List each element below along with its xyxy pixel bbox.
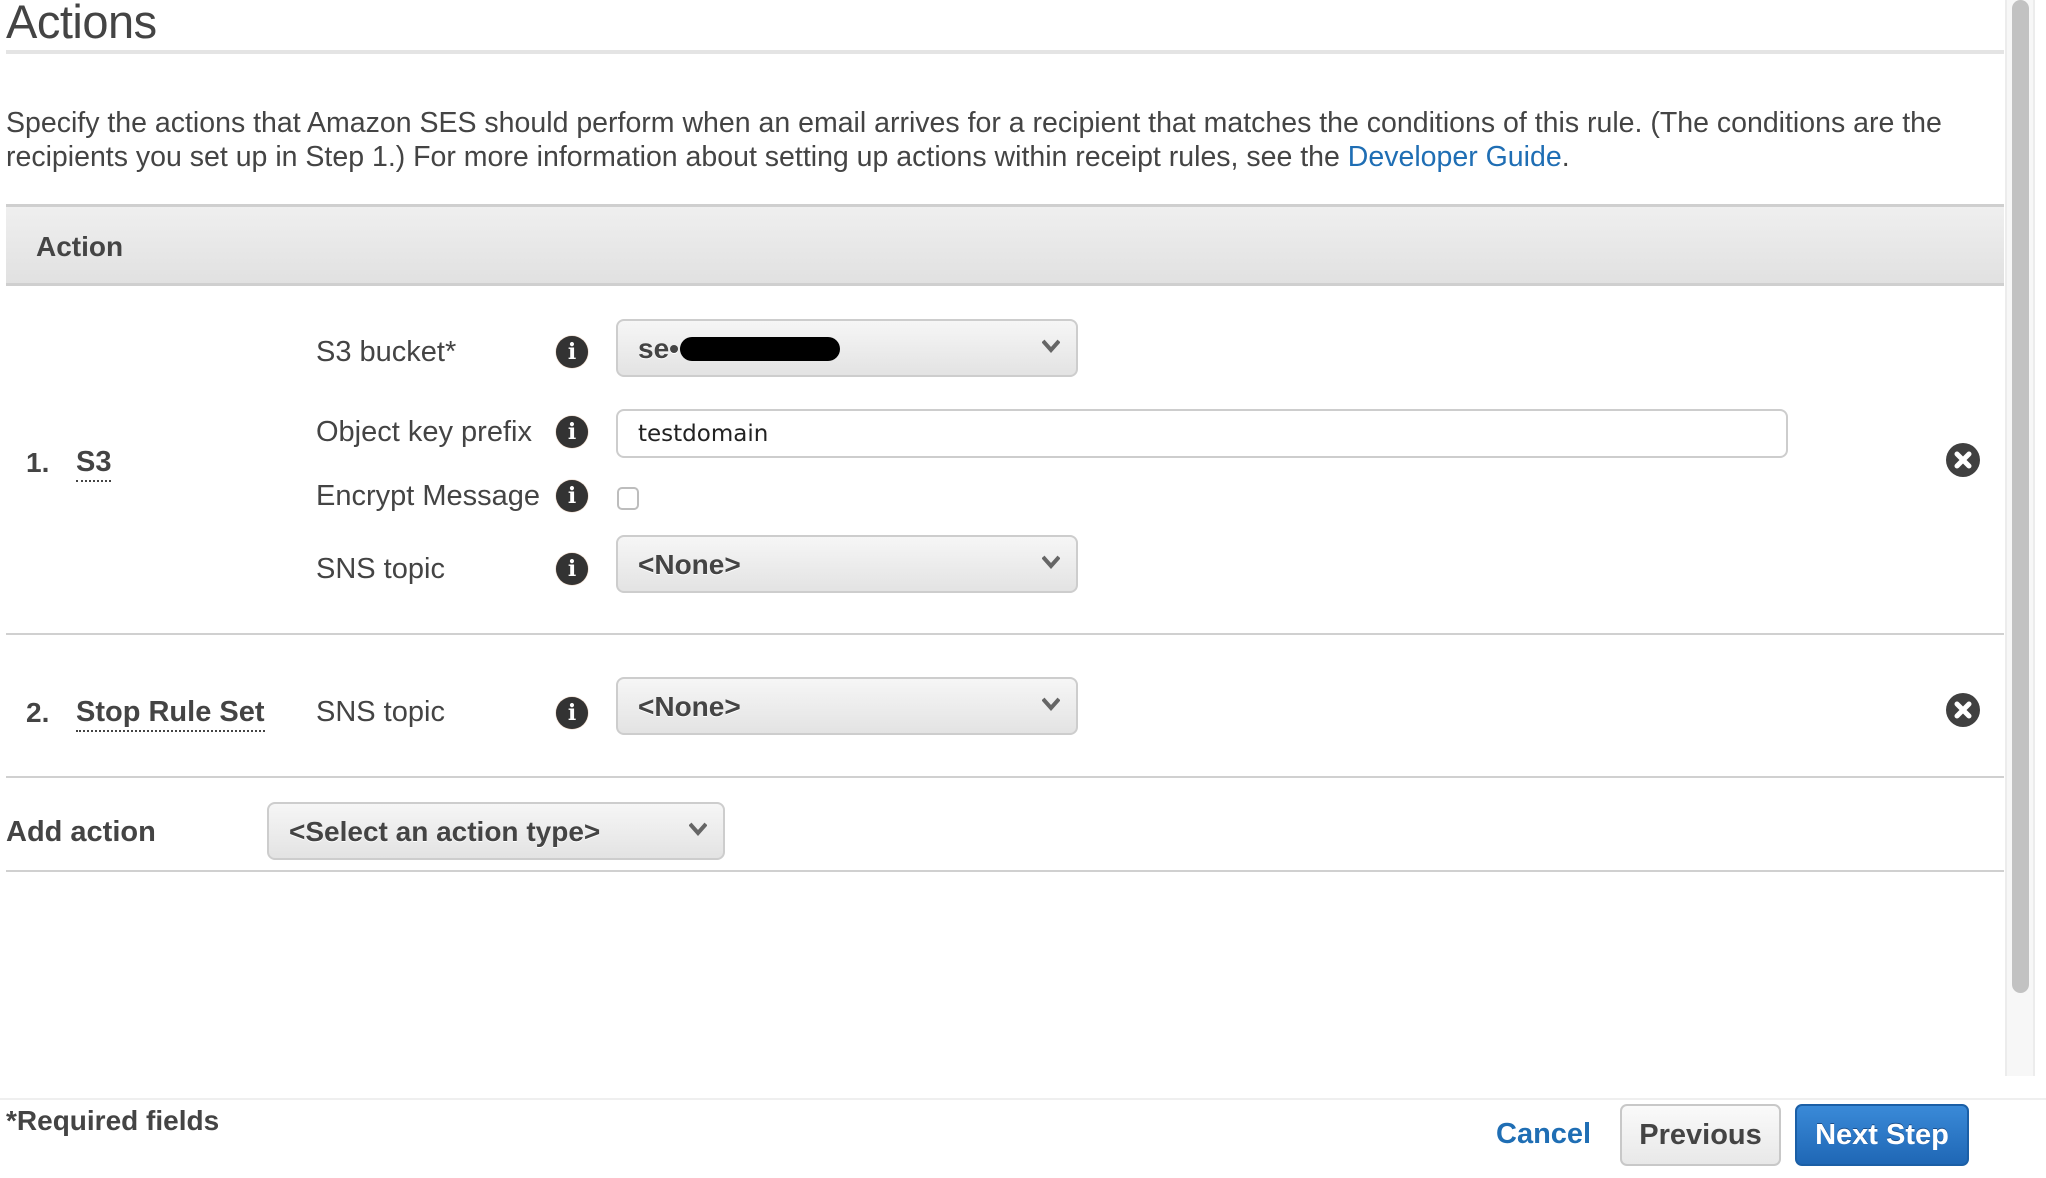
action-name-stop-rule-set[interactable]: Stop Rule Set bbox=[76, 696, 265, 732]
sns-topic-value: <None> bbox=[638, 549, 741, 580]
encrypt-message-label: Encrypt Message bbox=[316, 480, 541, 512]
chevron-down-icon bbox=[689, 822, 707, 836]
chevron-down-icon bbox=[1042, 555, 1060, 569]
s3-bucket-label: S3 bucket* bbox=[316, 336, 457, 368]
info-icon[interactable]: i bbox=[556, 480, 588, 512]
page-title: Actions bbox=[6, 0, 157, 48]
action-number: 2. bbox=[26, 697, 50, 728]
add-action-value: <Select an action type> bbox=[289, 816, 601, 847]
info-icon[interactable]: i bbox=[556, 553, 588, 585]
sns-topic-label: SNS topic bbox=[316, 696, 445, 728]
title-divider bbox=[6, 50, 2004, 54]
chevron-down-icon bbox=[1042, 339, 1060, 353]
info-icon[interactable]: i bbox=[556, 336, 588, 368]
sns-topic-select[interactable]: <None> bbox=[616, 535, 1078, 593]
s3-bucket-select[interactable]: se••••••••• bbox=[616, 319, 1078, 377]
action-number: 1. bbox=[26, 447, 50, 478]
info-icon[interactable]: i bbox=[556, 697, 588, 729]
sns-topic-value: <None> bbox=[638, 691, 741, 722]
row-divider bbox=[6, 776, 2004, 778]
object-key-prefix-value: testdomain bbox=[638, 421, 769, 447]
actions-table-header: Action bbox=[6, 204, 2004, 286]
chevron-down-icon bbox=[1042, 697, 1060, 711]
action-name-s3[interactable]: S3 bbox=[76, 446, 112, 482]
object-key-prefix-label: Object key prefix bbox=[316, 416, 532, 448]
page-description: Specify the actions that Amazon SES shou… bbox=[6, 106, 1996, 174]
previous-button[interactable]: Previous bbox=[1620, 1104, 1781, 1166]
redaction-mark bbox=[680, 337, 840, 361]
row-divider bbox=[6, 870, 2004, 872]
row-divider bbox=[6, 633, 2004, 635]
description-end: . bbox=[1561, 141, 1570, 173]
add-action-select[interactable]: <Select an action type> bbox=[267, 802, 725, 860]
sns-topic-select[interactable]: <None> bbox=[616, 677, 1078, 735]
scrollbar-thumb[interactable] bbox=[2012, 0, 2029, 993]
remove-action-icon[interactable] bbox=[1946, 693, 1980, 727]
object-key-prefix-input[interactable]: testdomain bbox=[616, 409, 1788, 458]
encrypt-message-checkbox[interactable] bbox=[617, 487, 639, 510]
action-column-header: Action bbox=[36, 231, 124, 262]
developer-guide-link[interactable]: Developer Guide bbox=[1348, 141, 1562, 173]
cancel-button[interactable]: Cancel bbox=[1496, 1118, 1591, 1151]
add-action-label: Add action bbox=[6, 816, 156, 848]
remove-action-icon[interactable] bbox=[1946, 443, 1980, 477]
required-fields-note: *Required fields bbox=[6, 1105, 220, 1136]
sns-topic-label: SNS topic bbox=[316, 553, 445, 585]
next-step-button[interactable]: Next Step bbox=[1795, 1104, 1969, 1166]
info-icon[interactable]: i bbox=[556, 416, 588, 448]
footer-divider bbox=[0, 1098, 2046, 1100]
description-text: Specify the actions that Amazon SES shou… bbox=[6, 107, 1942, 173]
